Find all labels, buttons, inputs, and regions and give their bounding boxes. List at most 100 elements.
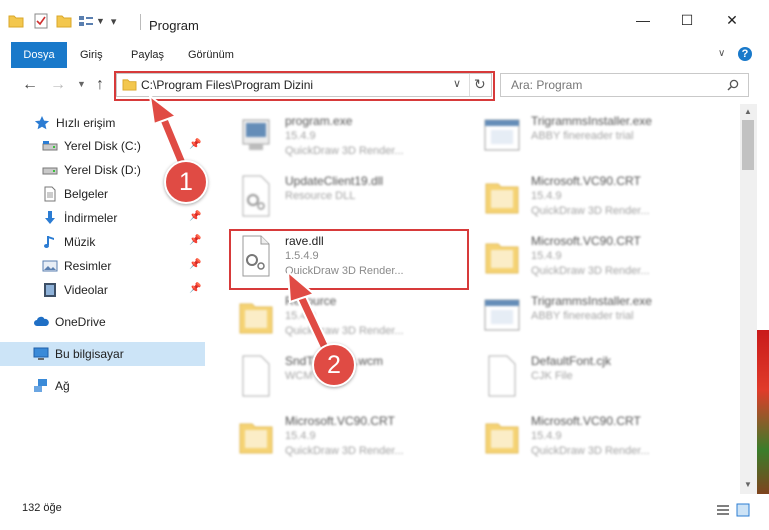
file-description: QuickDraw 3D Render... xyxy=(531,265,650,277)
drive-icon xyxy=(42,167,58,175)
list-item[interactable]: Microsoft.VC90.CRT 15.4.9 QuickDraw 3D R… xyxy=(479,228,719,282)
pin-icon[interactable]: 📌 xyxy=(189,235,201,246)
file-name: Resource xyxy=(285,294,337,308)
sidebar-item-local-disk-c[interactable]: Yerel Disk (C:) 📌 xyxy=(0,135,205,157)
network-icon xyxy=(34,379,47,392)
search-icon[interactable] xyxy=(727,79,739,91)
file-description: QuickDraw 3D Render... xyxy=(531,205,650,217)
generic-file-icon xyxy=(488,355,516,397)
item-count: 132 öğe xyxy=(22,502,62,514)
video-icon xyxy=(44,283,56,297)
sidebar-item-downloads[interactable]: İndirmeler 📌 xyxy=(0,207,205,229)
sidebar-item-label: Yerel Disk (D:) xyxy=(64,163,141,177)
scroll-up-icon[interactable]: ▲ xyxy=(744,107,752,116)
star-icon xyxy=(34,116,50,130)
vertical-scrollbar[interactable]: ▲ ▼ xyxy=(740,104,757,494)
list-item[interactable]: UpdateClient19.dll Resource DLL xyxy=(233,168,473,222)
file-version: 15.4.9 xyxy=(531,190,562,202)
file-name: TrigrammsInstaller.exe xyxy=(531,294,652,308)
sidebar-item-quick-access[interactable]: Hızlı erişim xyxy=(0,112,205,134)
file-list: program.exe 15.4.9 QuickDraw 3D Render..… xyxy=(205,104,740,490)
forward-arrow-icon[interactable]: → xyxy=(50,76,66,94)
installer-file-icon xyxy=(484,299,520,331)
expand-ribbon-icon[interactable]: ∨ xyxy=(718,48,725,59)
maximize-button[interactable]: ☐ xyxy=(672,12,702,32)
close-button[interactable]: ✕ xyxy=(717,12,747,32)
file-description: ABBY finereader trial xyxy=(531,130,634,142)
step-badge-2: 2 xyxy=(312,343,356,387)
quick-access-toolbar: ▼ ▾ xyxy=(8,12,116,30)
file-name: DefaultFont.cjk xyxy=(531,354,612,368)
up-arrow-icon[interactable]: ↑ xyxy=(96,76,104,94)
list-item[interactable]: Microsoft.VC90.CRT 15.4.9 QuickDraw 3D R… xyxy=(479,408,719,462)
chevron-down-icon[interactable]: ▼ xyxy=(96,16,105,26)
file-description: QuickDraw 3D Render... xyxy=(531,445,650,457)
properties-icon[interactable] xyxy=(34,13,48,29)
pin-icon[interactable]: 📌 xyxy=(189,259,201,270)
status-bar: 132 öğe xyxy=(0,494,769,530)
folder-icon xyxy=(239,303,273,334)
pin-icon[interactable]: 📌 xyxy=(189,139,201,150)
sidebar-item-label: Yerel Disk (C:) xyxy=(64,139,141,153)
computer-icon xyxy=(33,347,49,360)
sidebar-item-label: Bu bilgisayar xyxy=(55,347,124,361)
tab-home[interactable]: Giriş xyxy=(80,42,103,68)
file-version: 15.4.9 xyxy=(285,310,316,322)
sidebar-item-this-pc[interactable]: Bu bilgisayar xyxy=(0,342,205,366)
sidebar-item-videos[interactable]: Videolar 📌 xyxy=(0,279,205,301)
dll-file-icon xyxy=(242,175,270,217)
cloud-icon xyxy=(34,316,49,326)
picture-icon xyxy=(42,260,58,272)
sidebar-item-onedrive[interactable]: OneDrive xyxy=(0,311,205,333)
file-name: Microsoft.VC90.CRT xyxy=(285,414,395,428)
sidebar-item-label: Videolar xyxy=(64,283,108,297)
exe-file-icon xyxy=(242,119,270,150)
download-icon xyxy=(45,211,55,224)
ribbon: Dosya Giriş Paylaş Görünüm ∨ ? xyxy=(0,42,769,69)
help-icon[interactable]: ? xyxy=(738,47,752,61)
scroll-down-icon[interactable]: ▼ xyxy=(744,480,752,489)
file-version: 15.4.9 xyxy=(285,130,316,142)
tab-view[interactable]: Görünüm xyxy=(188,42,234,68)
view-options-icon[interactable] xyxy=(78,14,94,28)
sidebar-item-network[interactable]: Ağ xyxy=(0,375,205,397)
sidebar-item-pictures[interactable]: Resimler 📌 xyxy=(0,255,205,277)
scrollbar-thumb[interactable] xyxy=(742,120,754,170)
file-version: 15.4.9 xyxy=(531,430,562,442)
step-badge-1: 1 xyxy=(164,160,208,204)
window-title: Program xyxy=(149,18,199,33)
back-arrow-icon[interactable]: ← xyxy=(22,76,38,94)
search-box[interactable]: Ara: Program xyxy=(500,73,749,97)
pin-icon[interactable]: 📌 xyxy=(189,283,201,294)
document-icon xyxy=(44,186,56,202)
large-icons-view-icon[interactable] xyxy=(736,503,750,517)
recent-locations-icon[interactable]: ▼ xyxy=(77,79,86,89)
file-name: TrigrammsInstaller.exe xyxy=(531,114,652,128)
sidebar-item-label: İndirmeler xyxy=(64,211,118,225)
list-item[interactable]: Resource 15.4.9 QuickDraw 3D Render... xyxy=(233,288,473,342)
file-name: Microsoft.VC90.CRT xyxy=(531,174,641,188)
pin-icon[interactable]: 📌 xyxy=(189,211,201,222)
search-input[interactable]: Ara: Program xyxy=(511,78,582,92)
list-item[interactable]: DefaultFont.cjk CJK File xyxy=(479,348,719,402)
tab-file[interactable]: Dosya xyxy=(11,42,67,68)
details-view-icon[interactable] xyxy=(716,504,730,516)
minimize-button[interactable]: — xyxy=(628,12,658,32)
file-version: 15.4.9 xyxy=(285,430,316,442)
file-name: Microsoft.VC90.CRT xyxy=(531,234,641,248)
tab-share[interactable]: Paylaş xyxy=(131,42,164,68)
list-item[interactable]: Microsoft.VC90.CRT 15.4.9 QuickDraw 3D R… xyxy=(479,168,719,222)
file-highlight xyxy=(229,229,469,290)
new-folder-icon[interactable] xyxy=(56,14,72,28)
list-item[interactable]: TrigrammsInstaller.exe ABBY finereader t… xyxy=(479,288,719,342)
customize-toolbar-icon[interactable]: ▾ xyxy=(111,15,117,28)
title-bar: ▼ ▾ Program — ☐ ✕ xyxy=(0,0,769,40)
file-version: 15.4.9 xyxy=(531,250,562,262)
sidebar-item-music[interactable]: Müzik 📌 xyxy=(0,231,205,253)
list-item[interactable]: TrigrammsInstaller.exe ABBY finereader t… xyxy=(479,108,719,162)
list-item[interactable]: program.exe 15.4.9 QuickDraw 3D Render..… xyxy=(233,108,473,162)
file-description: QuickDraw 3D Render... xyxy=(285,445,404,457)
list-item[interactable]: Microsoft.VC90.CRT 15.4.9 QuickDraw 3D R… xyxy=(233,408,473,462)
file-description: QuickDraw 3D Render... xyxy=(285,145,404,157)
folder-icon xyxy=(239,423,273,454)
